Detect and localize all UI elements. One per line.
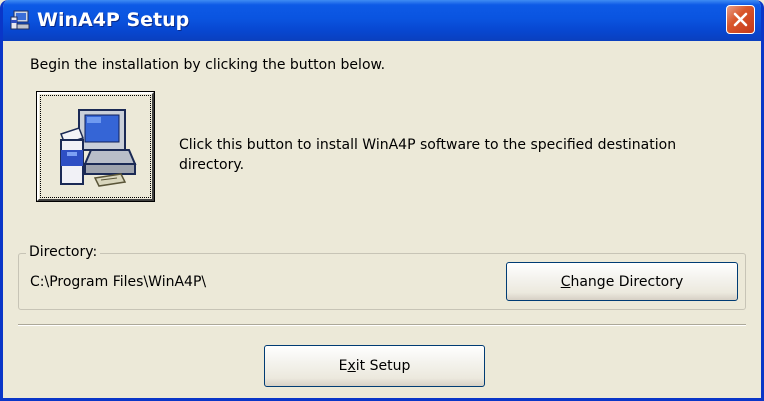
directory-path: C:\Program Files\WinA4P\ <box>30 274 207 290</box>
setup-window: WinA4P Setup Begin the installation by c… <box>0 0 764 401</box>
separator <box>18 324 746 326</box>
directory-label: Directory: <box>26 244 101 260</box>
setup-icon <box>9 9 31 31</box>
exit-setup-button[interactable]: Exit Setup <box>264 345 485 387</box>
instructions-text: Begin the installation by clicking the b… <box>30 57 386 73</box>
window-title: WinA4P Setup <box>37 9 190 31</box>
change-directory-label: Change Directory <box>560 273 684 290</box>
change-directory-button[interactable]: Change Directory <box>506 262 738 301</box>
close-icon <box>733 12 748 27</box>
close-button[interactable] <box>726 5 755 34</box>
computer-install-icon <box>60 109 137 187</box>
install-button[interactable] <box>36 91 155 202</box>
title-bar[interactable]: WinA4P Setup <box>3 0 761 41</box>
install-description: Click this button to install WinA4P soft… <box>179 137 677 173</box>
exit-setup-label: Exit Setup <box>338 358 411 374</box>
